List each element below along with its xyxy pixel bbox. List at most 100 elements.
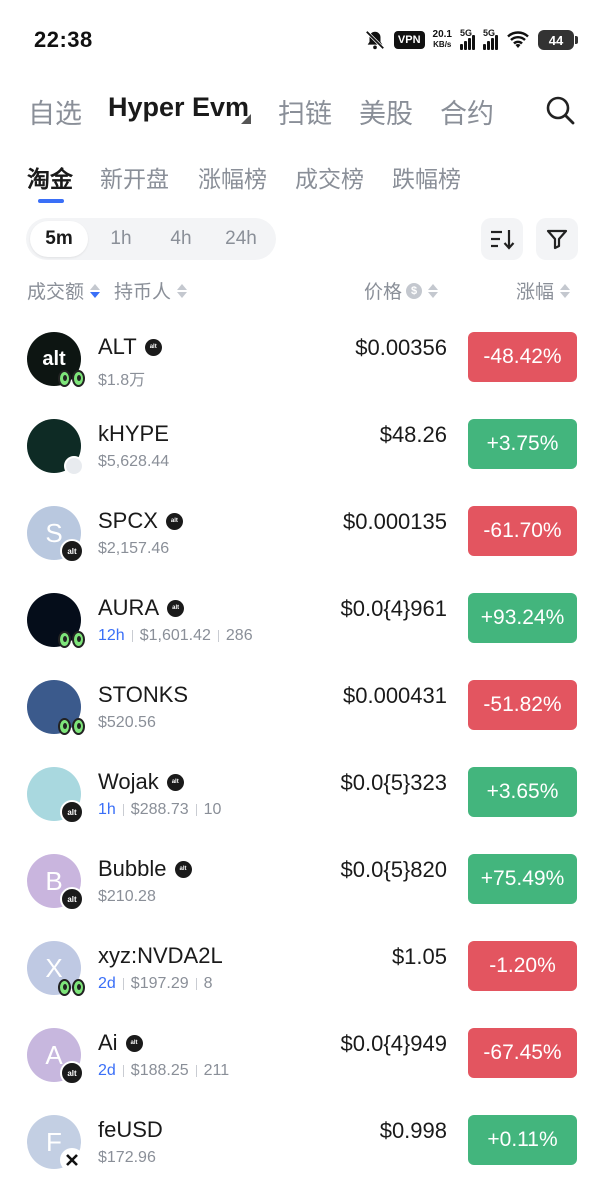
sub-tabs: 淘金 新开盘 涨幅榜 成交榜 跌幅榜 xyxy=(0,156,604,208)
nav-scan-chain[interactable]: 扫链 xyxy=(278,92,332,131)
token-avatar: Salt xyxy=(27,506,84,563)
sort-by-price[interactable]: 价格 $ xyxy=(364,277,439,304)
avatar-letter: B xyxy=(45,865,63,896)
token-price: $48.26 xyxy=(379,422,447,447)
token-sub-info: 1h $288.73 10 xyxy=(98,801,221,819)
token-name-wrap: Bubble alt xyxy=(98,856,192,882)
currency-icon: $ xyxy=(406,282,423,299)
token-change-badge[interactable]: -48.42% xyxy=(468,332,577,382)
token-sub-info: 2d $197.29 8 xyxy=(98,975,213,993)
token-change-badge[interactable]: -51.82% xyxy=(468,680,577,730)
verified-badge-icon: alt xyxy=(174,860,192,878)
token-change-badge[interactable]: +93.24% xyxy=(468,593,577,643)
time-option-1h[interactable]: 1h xyxy=(92,221,150,257)
chain-badge-icon: alt xyxy=(60,539,84,563)
sort-icon xyxy=(491,230,515,250)
search-icon[interactable] xyxy=(544,94,576,126)
token-volume: $210.28 xyxy=(98,888,156,905)
token-avatar xyxy=(27,593,85,648)
token-change-badge[interactable]: +3.75% xyxy=(468,419,577,469)
token-price: $0.000431 xyxy=(343,683,447,708)
token-volume: $197.29 xyxy=(130,975,189,992)
token-change-badge[interactable]: +3.65% xyxy=(468,767,577,817)
time-option-24h[interactable]: 24h xyxy=(212,221,270,257)
token-name: STONKS xyxy=(98,682,189,707)
token-name: Wojak xyxy=(98,769,159,794)
token-change-badge[interactable]: -1.20% xyxy=(468,941,577,991)
signal-label: 5G xyxy=(483,28,496,38)
token-change-badge[interactable]: +75.49% xyxy=(468,854,577,904)
token-avatar xyxy=(27,419,84,476)
tab-top-volume[interactable]: 成交榜 xyxy=(295,160,364,194)
divider xyxy=(122,978,124,990)
token-name-wrap: ALT alt xyxy=(98,334,162,360)
divider xyxy=(195,1065,197,1077)
token-row[interactable]: alt ALT alt $1.8万 $0.00356 -48.42% xyxy=(0,314,604,401)
net-speed-unit: KB/s xyxy=(433,40,452,49)
sort-by-change[interactable]: 涨幅 xyxy=(516,277,571,304)
chain-badge-icon xyxy=(64,456,84,476)
nav-contracts[interactable]: 合约 xyxy=(440,92,494,131)
token-row[interactable]: Balt Bubble alt $210.28 $0.0{5}820 +75.49% xyxy=(0,836,604,923)
status-time: 22:38 xyxy=(34,27,93,52)
battery-icon: 44 xyxy=(538,30,578,50)
top-nav: 自选 Hyper Evm 扫链 美股 合约 xyxy=(0,88,604,132)
nav-watchlist[interactable]: 自选 xyxy=(28,92,82,131)
token-avatar: X xyxy=(27,941,85,996)
column-price-label: 价格 xyxy=(364,282,403,303)
time-option-5m[interactable]: 5m xyxy=(30,221,88,257)
token-price: $0.0{4}961 xyxy=(340,596,447,621)
token-avatar: Balt xyxy=(27,854,84,911)
tab-top-gainers[interactable]: 涨幅榜 xyxy=(198,160,267,194)
token-age: 12h xyxy=(98,627,125,644)
token-sub-info: 12h $1,601.42 286 xyxy=(98,627,253,645)
column-volume-label: 成交额 xyxy=(27,282,85,303)
token-name-wrap: Ai alt xyxy=(98,1030,143,1056)
column-change-label: 涨幅 xyxy=(516,282,555,303)
avatar-letter: alt xyxy=(42,347,66,370)
sort-arrows-icon xyxy=(90,283,101,298)
token-change-badge[interactable]: +0.11% xyxy=(468,1115,577,1165)
tab-new-listings[interactable]: 新开盘 xyxy=(100,160,169,194)
filter-icon xyxy=(546,229,568,250)
token-price: $0.00356 xyxy=(355,335,447,360)
token-row[interactable]: AURA alt 12h $1,601.42 286 $0.0{4}961 +93.24% xyxy=(0,575,604,662)
token-row[interactable]: FfeUSD $172.96 $0.998 +0.11% xyxy=(0,1097,604,1184)
token-price: $0.0{4}949 xyxy=(340,1031,447,1056)
token-price: $0.000135 xyxy=(343,509,447,534)
token-name-wrap: kHYPE xyxy=(98,421,169,447)
token-change-badge[interactable]: -61.70% xyxy=(468,506,577,556)
chain-badge-icon: alt xyxy=(60,887,84,911)
token-row[interactable]: Salt SPCX alt $2,157.46 $0.000135 -61.70% xyxy=(0,488,604,575)
filter-button[interactable] xyxy=(536,218,578,260)
token-row[interactable]: STONKS $520.56 $0.000431 -51.82% xyxy=(0,662,604,749)
signal-label: 5G xyxy=(460,28,473,38)
wifi-icon xyxy=(506,30,530,50)
token-row[interactable]: Aalt Ai alt 2d $188.25 211 $0.0{4}949 -67.45% xyxy=(0,1010,604,1097)
token-holders: 10 xyxy=(203,801,222,818)
caret-down-icon[interactable] xyxy=(241,114,251,124)
token-price: $0.0{5}820 xyxy=(340,857,447,882)
token-change-badge[interactable]: -67.45% xyxy=(468,1028,577,1078)
nav-us-stocks[interactable]: 美股 xyxy=(359,92,413,131)
token-sub-info: $2,157.46 xyxy=(98,540,169,558)
token-name: feUSD xyxy=(98,1117,163,1142)
token-row[interactable]: kHYPE $5,628.44 $48.26 +3.75% xyxy=(0,401,604,488)
token-row[interactable]: alt Wojak alt 1h $288.73 10 $0.0{5}323 +3.65% xyxy=(0,749,604,836)
sort-by-volume[interactable]: 成交额 xyxy=(27,277,101,304)
tab-top-losers[interactable]: 跌幅榜 xyxy=(392,160,461,194)
token-volume: $1,601.42 xyxy=(139,627,211,644)
time-option-4h[interactable]: 4h xyxy=(152,221,210,257)
token-avatar: alt xyxy=(27,767,84,824)
column-holders-label: 持币人 xyxy=(114,282,172,303)
token-row[interactable]: Xxyz:NVDA2L 2d $197.29 8 $1.05 -1.20% xyxy=(0,923,604,1010)
sort-by-holders[interactable]: 持币人 xyxy=(114,277,188,304)
token-name-wrap: xyz:NVDA2L xyxy=(98,943,223,969)
chain-badge-icon: alt xyxy=(60,800,84,824)
tab-gold-rush[interactable]: 淘金 xyxy=(27,160,73,194)
divider xyxy=(195,804,197,816)
divider xyxy=(217,630,219,642)
token-avatar: F xyxy=(27,1115,84,1172)
nav-hyper-evm[interactable]: Hyper Evm xyxy=(108,92,249,123)
sort-button[interactable] xyxy=(481,218,523,260)
